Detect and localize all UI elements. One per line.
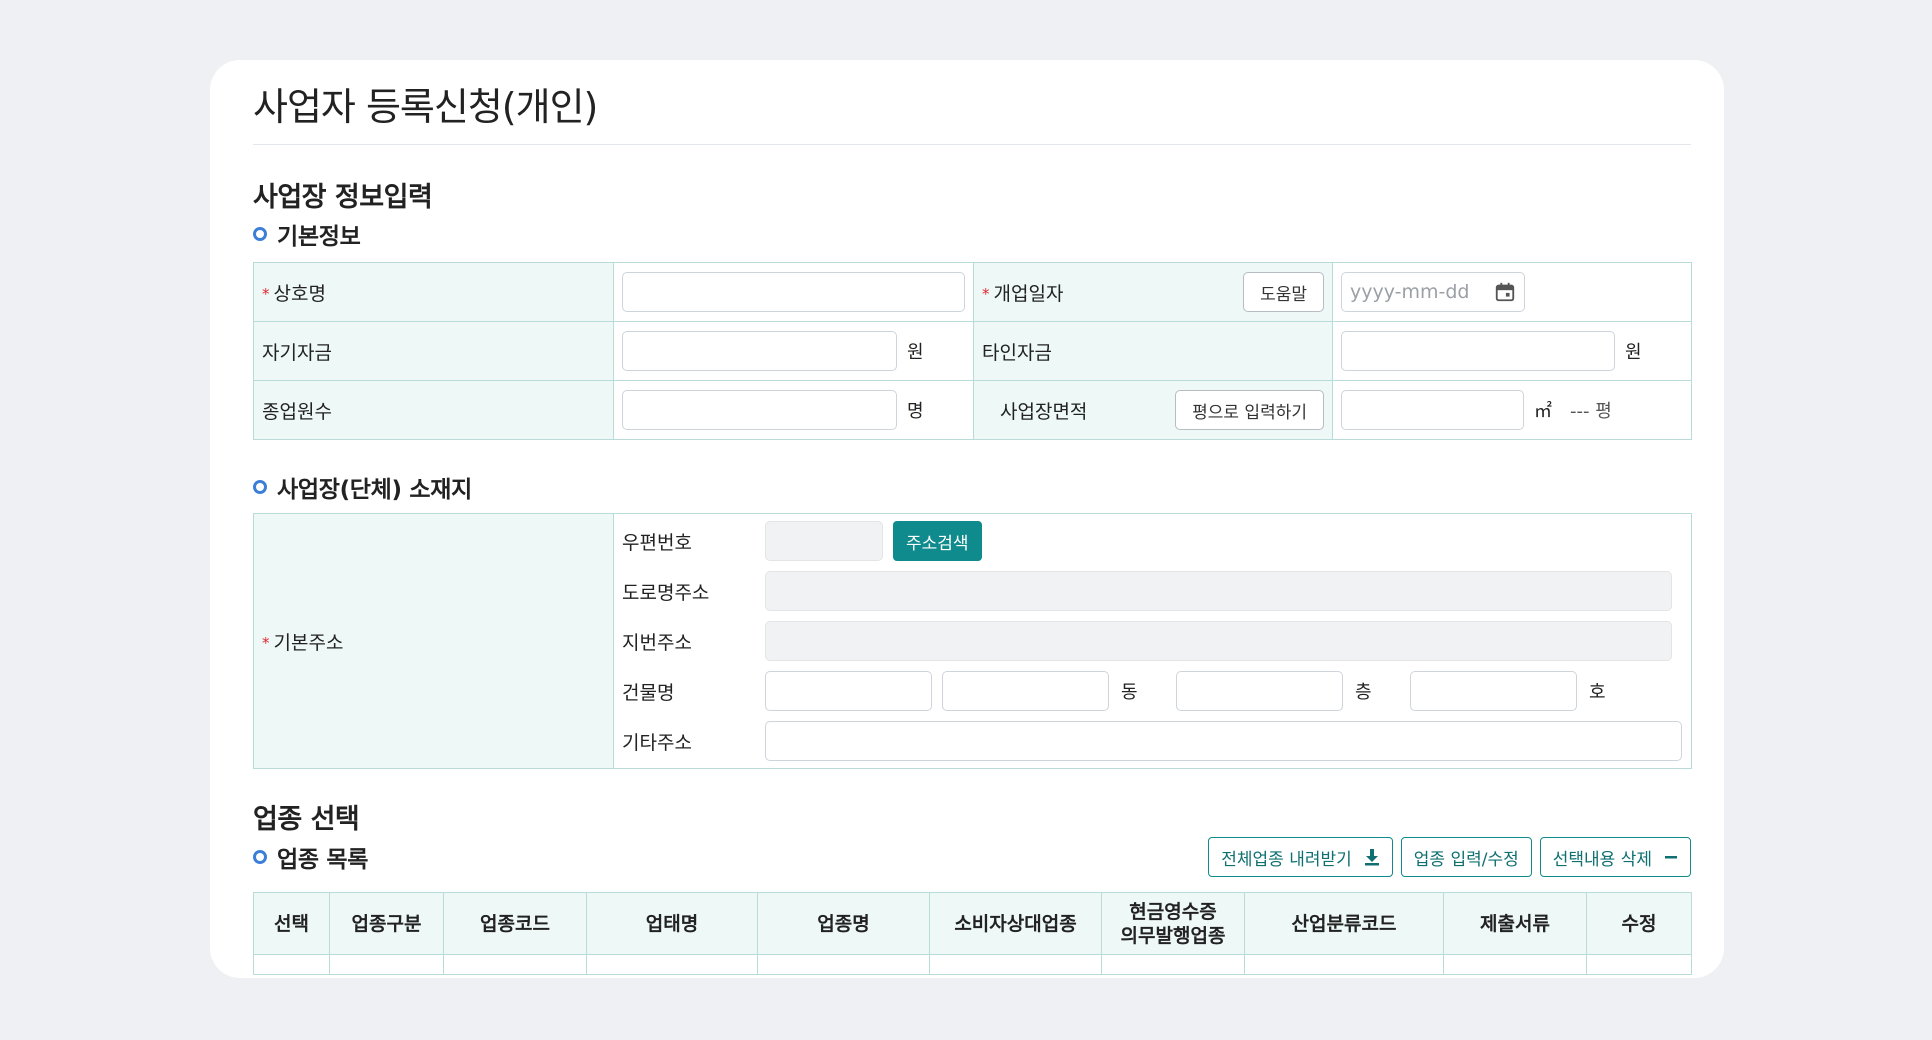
download-button-label: 전체업종 내려받기 <box>1221 849 1352 870</box>
edit-industry-button[interactable]: 업종 입력/수정 <box>1400 837 1532 877</box>
subsection-basic-info: 기본정보 <box>253 215 1691 253</box>
column-header: 선택 <box>253 892 330 955</box>
column-header: 현금영수증 의무발행업종 <box>1101 892 1245 955</box>
opening-date-placeholder: yyyy-mm-dd <box>1350 281 1470 303</box>
column-header: 산업분류코드 <box>1244 892 1444 955</box>
subsection-basic-info-label: 기본정보 <box>277 224 361 250</box>
trade-name-label-cell: * 상호명 <box>253 262 614 322</box>
main-card: 사업자 등록신청(개인) 사업장 정보입력 기본정보 * 상호명 * 개업일자 도움… <box>210 60 1724 978</box>
employees-input[interactable] <box>622 390 897 430</box>
building-name-input[interactable] <box>765 671 932 711</box>
location-table: * 기본주소 우편번호 주소검색 도로명주소 지번주소 건물명 동 층 호 기타… <box>253 513 1692 769</box>
own-capital-input[interactable] <box>622 331 897 371</box>
section-title-business: 사업장 정보입력 <box>253 182 433 213</box>
help-button[interactable]: 도움말 <box>1243 272 1324 312</box>
building-dong-input[interactable] <box>942 671 1109 711</box>
required-mark: * <box>262 634 270 652</box>
building-label: 건물명 <box>622 681 675 704</box>
required-mark: * <box>982 285 990 303</box>
area-label: 사업장면적 <box>1000 400 1088 423</box>
industry-list-table: 선택 업종구분 업종코드 업태명 업종명 소비자상대업종 현금영수증 의무발행업… <box>253 892 1692 975</box>
opening-date-label: 개업일자 <box>993 282 1064 305</box>
area-input[interactable] <box>1341 390 1524 430</box>
subsection-location-label: 사업장(단체) 소재지 <box>277 477 473 503</box>
postal-code-input[interactable] <box>765 521 883 561</box>
bullet-icon <box>253 480 267 494</box>
employees-label: 종업원수 <box>262 400 332 423</box>
column-header: 업종명 <box>757 892 930 955</box>
trade-name-input[interactable] <box>622 272 965 312</box>
table-header-row: 선택 업종구분 업종코드 업태명 업종명 소비자상대업종 현금영수증 의무발행업… <box>253 892 1692 955</box>
won-unit: 원 <box>1625 342 1642 363</box>
column-header: 수정 <box>1586 892 1692 955</box>
pyeong-value: --- 평 <box>1570 401 1612 422</box>
column-header: 업태명 <box>586 892 758 955</box>
subsection-location: 사업장(단체) 소재지 <box>253 468 1691 506</box>
building-ho-input[interactable] <box>1410 671 1577 711</box>
delete-selected-button[interactable]: 선택내용 삭제 <box>1539 837 1691 877</box>
ho-unit: 호 <box>1589 682 1606 703</box>
column-header: 제출서류 <box>1443 892 1587 955</box>
column-header: 소비자상대업종 <box>929 892 1102 955</box>
subsection-industry-list-label: 업종 목록 <box>277 847 369 873</box>
people-unit: 명 <box>907 401 924 422</box>
bullet-icon <box>253 227 267 241</box>
own-capital-label: 자기자금 <box>262 341 332 364</box>
download-all-industries-button[interactable]: 전체업종 내려받기 <box>1208 837 1393 877</box>
postal-code-label: 우편번호 <box>622 531 692 554</box>
address-search-button[interactable]: 주소검색 <box>893 521 982 561</box>
page-title: 사업자 등록신청(개인) <box>253 60 1691 145</box>
other-address-label: 기타주소 <box>622 731 692 754</box>
won-unit: 원 <box>907 342 924 363</box>
other-capital-label: 타인자금 <box>982 341 1052 364</box>
other-capital-input[interactable] <box>1341 331 1615 371</box>
floor-unit: 층 <box>1355 682 1372 703</box>
edit-button-label: 업종 입력/수정 <box>1413 849 1519 870</box>
lot-address-label: 지번주소 <box>622 631 692 654</box>
section-title-industry: 업종 선택 <box>253 804 360 835</box>
pyeong-input-button[interactable]: 평으로 입력하기 <box>1175 390 1324 430</box>
bullet-icon <box>253 850 267 864</box>
dong-unit: 동 <box>1121 682 1138 703</box>
required-mark: * <box>262 285 270 303</box>
download-icon <box>1364 849 1379 866</box>
basic-address-label: 기본주소 <box>273 631 344 654</box>
minus-icon <box>1665 856 1677 859</box>
sqm-unit: ㎡ <box>1534 401 1552 422</box>
subsection-industry-list: 업종 목록 <box>253 838 368 876</box>
table-row <box>253 954 1692 975</box>
column-header: 업종코드 <box>443 892 587 955</box>
lot-address-input[interactable] <box>765 621 1672 661</box>
road-address-input[interactable] <box>765 571 1672 611</box>
trade-name-label: 상호명 <box>273 282 326 305</box>
opening-date-input[interactable]: yyyy-mm-dd <box>1341 272 1525 312</box>
road-address-label: 도로명주소 <box>622 581 710 604</box>
column-header: 업종구분 <box>329 892 444 955</box>
basic-info-table: * 상호명 * 개업일자 도움말 yyyy-mm-dd 자기자금 원 타인자금 … <box>253 262 1692 440</box>
delete-button-label: 선택내용 삭제 <box>1552 849 1652 870</box>
building-floor-input[interactable] <box>1176 671 1343 711</box>
other-address-input[interactable] <box>765 721 1682 761</box>
calendar-icon[interactable] <box>1494 281 1516 303</box>
